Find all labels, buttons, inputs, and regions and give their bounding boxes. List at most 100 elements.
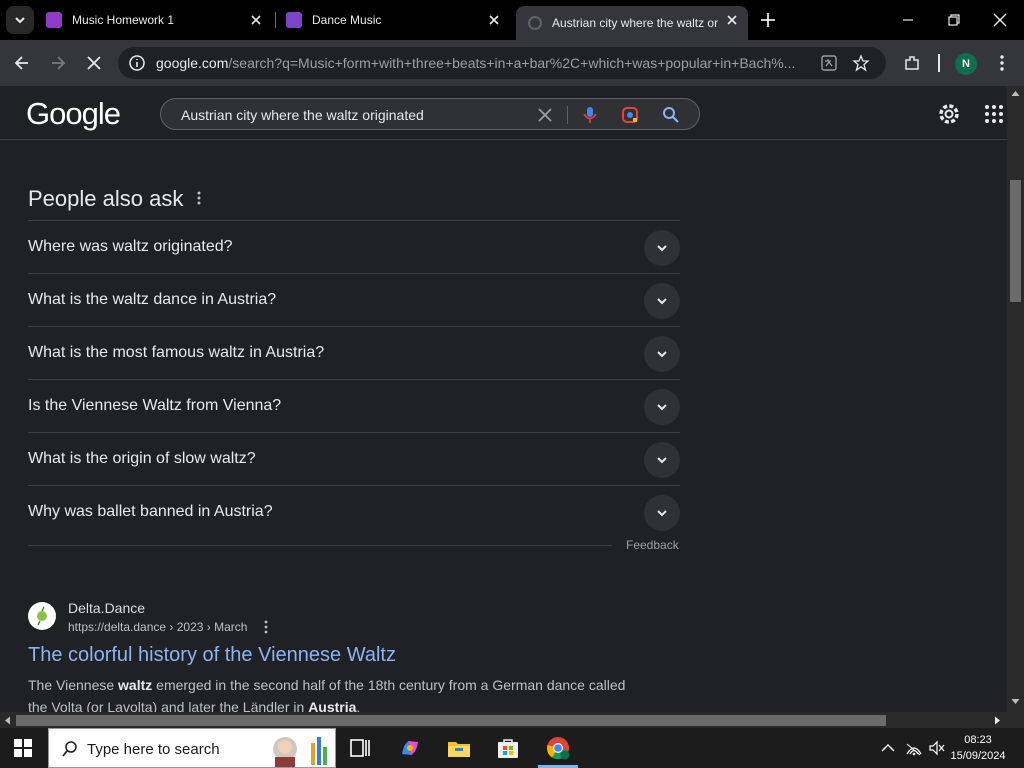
profile-avatar[interactable]: N bbox=[955, 53, 977, 75]
copilot-icon[interactable] bbox=[398, 736, 422, 760]
new-tab-icon[interactable] bbox=[758, 10, 778, 30]
url-host: google.com bbox=[156, 55, 229, 71]
result-title-link[interactable]: The colorful history of the Viennese Wal… bbox=[28, 644, 396, 667]
address-bar[interactable]: google.com/search?q=Music+form+with+thre… bbox=[118, 47, 886, 79]
expand-chevron-icon[interactable] bbox=[644, 495, 680, 531]
close-icon[interactable] bbox=[248, 12, 264, 28]
expand-chevron-icon[interactable] bbox=[644, 283, 680, 319]
lens-search-icon[interactable] bbox=[620, 105, 640, 125]
forward-arrow-icon[interactable] bbox=[48, 53, 68, 73]
paa-question-text: What is the most famous waltz in Austria… bbox=[28, 344, 325, 361]
site-info-icon[interactable] bbox=[128, 54, 146, 72]
url-text: google.com/search?q=Music+form+with+thre… bbox=[156, 55, 806, 71]
close-window-icon[interactable] bbox=[990, 10, 1010, 30]
stop-loading-icon[interactable] bbox=[84, 53, 104, 73]
restore-icon[interactable] bbox=[944, 10, 964, 30]
classroom-favicon-icon bbox=[46, 12, 62, 28]
paa-question[interactable]: Where was waltz originated? bbox=[28, 220, 680, 273]
scroll-down-icon[interactable] bbox=[1011, 698, 1020, 706]
scrollbar-corner bbox=[1007, 712, 1024, 728]
tab-strip: Music Homework 1 Dance Music Austrian ci… bbox=[0, 0, 1024, 40]
scroll-left-icon[interactable] bbox=[4, 716, 12, 725]
expand-chevron-icon[interactable] bbox=[644, 442, 680, 478]
tab-dance-music[interactable]: Dance Music bbox=[286, 0, 506, 40]
task-view-icon[interactable] bbox=[348, 736, 372, 760]
search-box[interactable]: Austrian city where the waltz originated bbox=[160, 98, 700, 130]
site-favicon-icon bbox=[28, 602, 56, 630]
volume-muted-icon[interactable] bbox=[928, 740, 946, 756]
search-icon[interactable] bbox=[661, 105, 681, 125]
search-highlight-illustration-icon bbox=[273, 737, 327, 767]
result-snippet: The Viennese waltz emerged in the second… bbox=[28, 677, 626, 712]
back-arrow-icon[interactable] bbox=[12, 53, 32, 73]
voice-search-icon[interactable] bbox=[580, 105, 600, 125]
clock-time: 08:23 bbox=[964, 734, 992, 746]
search-query-text[interactable]: Austrian city where the waltz originated bbox=[181, 107, 424, 123]
translate-icon[interactable] bbox=[820, 54, 838, 72]
tab-divider bbox=[275, 12, 276, 28]
forms-favicon-icon bbox=[286, 12, 302, 28]
google-header: Google Austrian city where the waltz ori… bbox=[0, 86, 1007, 140]
tab-austrian-city[interactable]: Austrian city where the waltz or bbox=[516, 6, 748, 40]
vertical-scrollbar[interactable] bbox=[1007, 86, 1024, 712]
result-site-name[interactable]: Delta.Dance bbox=[68, 600, 145, 616]
windows-start-icon[interactable] bbox=[14, 739, 32, 757]
chrome-icon[interactable] bbox=[546, 736, 570, 760]
paa-question-text: Why was ballet banned in Austria? bbox=[28, 503, 273, 520]
google-logo[interactable]: Google bbox=[26, 96, 121, 132]
search-results: People also ask Where was waltz originat… bbox=[0, 140, 1007, 712]
paa-question[interactable]: What is the most famous waltz in Austria… bbox=[28, 326, 680, 379]
paa-question-text: Where was waltz originated? bbox=[28, 238, 233, 255]
tab-title: Dance Music bbox=[312, 13, 382, 27]
search-divider bbox=[567, 106, 568, 124]
browser-toolbar: google.com/search?q=Music+form+with+thre… bbox=[0, 40, 1024, 86]
paa-question[interactable]: Is the Viennese Waltz from Vienna? bbox=[28, 379, 680, 432]
close-icon[interactable] bbox=[486, 12, 502, 28]
paa-question-text: What is the waltz dance in Austria? bbox=[28, 291, 277, 308]
network-icon[interactable] bbox=[905, 740, 923, 756]
taskbar-search-placeholder: Type here to search bbox=[87, 741, 220, 758]
toolbar-divider bbox=[938, 54, 940, 72]
expand-chevron-icon[interactable] bbox=[644, 389, 680, 425]
tab-search-button[interactable] bbox=[6, 6, 34, 34]
result-more-icon[interactable] bbox=[264, 620, 268, 634]
scroll-up-icon[interactable] bbox=[1011, 90, 1020, 98]
paa-question[interactable]: What is the waltz dance in Austria? bbox=[28, 273, 680, 326]
minimize-icon[interactable] bbox=[898, 10, 918, 30]
horizontal-scrollbar[interactable] bbox=[0, 712, 1007, 728]
kebab-menu-icon[interactable] bbox=[992, 53, 1012, 73]
bookmark-star-icon[interactable] bbox=[852, 54, 870, 72]
vertical-scroll-thumb[interactable] bbox=[1010, 180, 1021, 302]
apps-grid-icon[interactable] bbox=[983, 103, 1005, 125]
show-hidden-icons-icon[interactable] bbox=[880, 741, 896, 755]
feedback-link[interactable]: Feedback bbox=[626, 538, 679, 552]
tab-music-homework[interactable]: Music Homework 1 bbox=[46, 0, 268, 40]
settings-gear-icon[interactable] bbox=[936, 101, 962, 127]
chevron-down-icon bbox=[15, 17, 25, 24]
expand-chevron-icon[interactable] bbox=[644, 230, 680, 266]
system-clock[interactable]: 08:23 15/09/2024 bbox=[948, 732, 1008, 764]
url-path: /search?q=Music+form+with+three+beats+in… bbox=[228, 55, 796, 71]
expand-chevron-icon[interactable] bbox=[644, 336, 680, 372]
paa-divider bbox=[28, 545, 612, 546]
clock-date: 15/09/2024 bbox=[950, 750, 1006, 762]
taskbar-search-box[interactable]: Type here to search bbox=[48, 728, 336, 768]
paa-question[interactable]: Why was ballet banned in Austria? bbox=[28, 485, 680, 538]
paa-question-text: What is the origin of slow waltz? bbox=[28, 450, 256, 467]
extensions-icon[interactable] bbox=[902, 53, 922, 73]
paa-heading: People also ask bbox=[28, 186, 184, 211]
more-options-icon[interactable] bbox=[194, 190, 204, 206]
paa-question[interactable]: What is the origin of slow waltz? bbox=[28, 432, 680, 485]
search-icon bbox=[62, 741, 77, 757]
clear-search-icon[interactable] bbox=[535, 105, 555, 125]
horizontal-scroll-thumb[interactable] bbox=[16, 715, 886, 726]
result-site-url[interactable]: https://delta.dance › 2023 › March bbox=[68, 620, 247, 634]
scroll-right-icon[interactable] bbox=[994, 716, 1002, 725]
paa-question-text: Is the Viennese Waltz from Vienna? bbox=[28, 397, 282, 414]
close-icon[interactable] bbox=[724, 12, 740, 28]
microsoft-store-icon[interactable] bbox=[496, 736, 520, 760]
tab-title: Music Homework 1 bbox=[72, 13, 175, 27]
tab-title: Austrian city where the waltz or bbox=[552, 16, 719, 30]
loading-spinner-icon bbox=[528, 16, 542, 30]
file-explorer-icon[interactable] bbox=[447, 736, 471, 760]
